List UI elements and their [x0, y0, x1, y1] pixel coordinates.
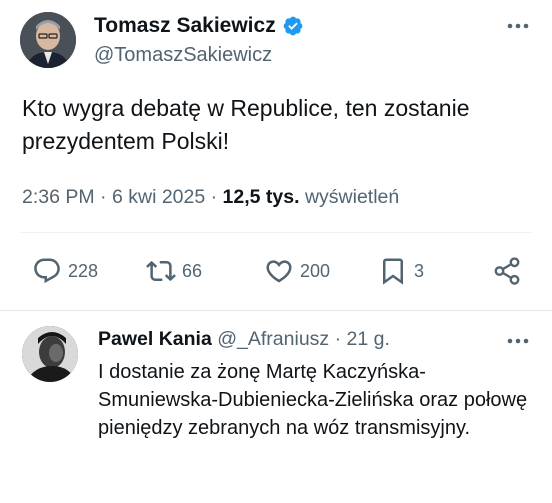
repost-count: 66 [182, 260, 203, 281]
meta-separator: · [100, 186, 107, 208]
divider [0, 310, 552, 311]
author-avatar-image [20, 12, 76, 68]
share-button[interactable] [492, 256, 522, 286]
author-display-name[interactable]: Tomasz Sakiewicz [94, 14, 276, 38]
reply-avatar-image [22, 326, 78, 382]
reply-header: Pawel Kania @_Afraniusz · 21 g. [98, 328, 390, 351]
reply-author-avatar[interactable] [22, 326, 78, 382]
tweet-time[interactable]: 2:36 PM [22, 186, 95, 208]
reply-author-handle[interactable]: @_Afraniusz [217, 328, 329, 350]
reply-icon [34, 258, 60, 284]
tweet-date[interactable]: 6 kwi 2025 [112, 186, 205, 208]
verified-badge-icon [283, 16, 303, 36]
reply-separator: · [334, 328, 342, 350]
author-avatar[interactable] [20, 12, 76, 68]
author-handle[interactable]: @TomaszSakiewicz [94, 44, 272, 67]
more-icon[interactable] [504, 16, 532, 36]
meta-separator: · [210, 186, 218, 208]
divider [20, 232, 532, 233]
bookmark-button[interactable]: 3 [378, 256, 424, 286]
more-icon[interactable] [504, 331, 532, 351]
action-bar: 228 66 200 3 [0, 256, 552, 292]
author-name-row: Tomasz Sakiewicz [94, 14, 304, 38]
like-icon [266, 260, 292, 283]
share-icon [494, 257, 520, 285]
reply-author-name[interactable]: Pawel Kania [98, 328, 212, 350]
bookmark-count: 3 [414, 260, 425, 281]
repost-icon [146, 260, 176, 282]
tweet-meta: 2:36 PM · 6 kwi 2025 · 12,5 tys. wyświet… [22, 186, 399, 209]
reply-count: 228 [68, 260, 99, 281]
bookmark-icon [383, 258, 403, 285]
views-count: 12,5 tys. [222, 186, 300, 208]
reply-time[interactable]: 21 g. [347, 328, 390, 350]
like-button[interactable]: 200 [264, 256, 330, 286]
reply-button[interactable]: 228 [32, 256, 98, 286]
reply-text: I dostanie za żonę Martę Kaczyńska-Smuni… [98, 361, 528, 439]
tweet-text: Kto wygra debatę w Republice, ten zostan… [22, 95, 470, 154]
repost-button[interactable]: 66 [146, 256, 202, 286]
like-count: 200 [300, 260, 331, 281]
views-label: wyświetleń [304, 186, 400, 208]
